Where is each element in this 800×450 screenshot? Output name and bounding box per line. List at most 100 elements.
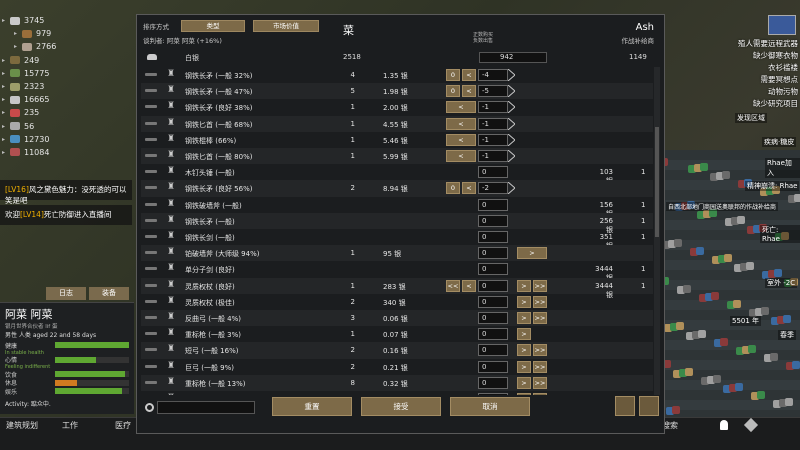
resource-row[interactable]: ▸ 2323 [2, 80, 72, 93]
info-icon[interactable]: ♜ [167, 86, 175, 96]
buy-button[interactable]: > [517, 376, 531, 389]
info-icon[interactable]: ♜ [167, 151, 175, 161]
trade-amount-field[interactable]: -1 [478, 117, 508, 130]
buy-button[interactable]: > [517, 344, 531, 357]
trade-row[interactable]: ♜ 重标枪 (一般 3%) 1 0.07 银 0 > [141, 326, 653, 342]
resource-row[interactable]: ▸ 249 [2, 54, 72, 67]
expand-arrow-icon[interactable]: ▸ [14, 43, 22, 50]
expand-arrow-icon[interactable]: ▸ [2, 17, 10, 24]
trade-amount-field[interactable]: 0 [478, 360, 508, 373]
expand-arrow-icon[interactable]: ▸ [2, 109, 10, 116]
info-icon[interactable]: ♜ [167, 313, 175, 323]
sell-button[interactable]: < [446, 117, 476, 130]
sell-button[interactable]: < [446, 150, 476, 162]
info-icon[interactable]: ♜ [167, 102, 175, 112]
expand-arrow-icon[interactable]: ▸ [2, 57, 10, 64]
alert-item[interactable]: 需要冥想点 [738, 74, 799, 86]
trade-amount-field[interactable]: 0 [478, 328, 508, 341]
trade-row[interactable]: ♜ 短弓 (一般 16%) 2 0.16 银 0 > >> [141, 342, 653, 359]
architect-button[interactable]: 建筑规划 [6, 418, 38, 434]
resource-row[interactable]: ▸ 16665 [2, 93, 72, 106]
tab-log[interactable]: 日志 [46, 287, 86, 300]
alert-label[interactable]: 发现区域 [735, 113, 767, 123]
alert-item[interactable]: 动物污物 [738, 86, 798, 98]
trade-amount-field[interactable]: 0 [478, 198, 508, 211]
info-icon[interactable]: ♜ [167, 280, 175, 291]
sell-button[interactable]: 0 [446, 182, 460, 195]
buy-button[interactable]: > [517, 393, 531, 395]
resource-row[interactable]: ▸ 2766 [2, 40, 72, 53]
accept-button[interactable]: 接受 [361, 397, 441, 416]
lightbulb-icon[interactable] [720, 420, 728, 430]
info-icon[interactable]: ♜ [167, 394, 175, 396]
reset-button[interactable]: 重置 [272, 397, 352, 416]
trade-row[interactable]: ♜ 巨弓 (一般 9%) 2 0.21 银 0 > >> [141, 359, 653, 375]
expand-arrow-icon[interactable]: ▸ [2, 96, 10, 103]
info-icon[interactable]: ♜ [167, 199, 175, 210]
alert-label[interactable]: 精神崩溃: Rhae [745, 181, 800, 191]
buy-button[interactable]: >> [533, 393, 547, 395]
sell-button[interactable]: < [462, 279, 476, 292]
trade-amount-field[interactable]: 0 [478, 393, 508, 395]
trade-amount-field[interactable]: 0 [478, 312, 508, 324]
buy-button[interactable]: > [517, 295, 531, 308]
sell-button[interactable]: < [462, 85, 476, 98]
cancel-button[interactable]: 取消 [450, 397, 530, 416]
trade-amount-field[interactable]: 0 [478, 279, 508, 292]
trade-row[interactable]: ♜ 钢铁长矛 (一般 32%) 4 1.35 银 0 < -4 [141, 67, 653, 83]
tab-gear[interactable]: 装备 [89, 287, 129, 300]
buy-button[interactable]: > [517, 279, 531, 292]
trade-amount-field[interactable]: 0 [478, 231, 508, 243]
expand-arrow-icon[interactable]: ▸ [2, 123, 10, 130]
trade-row[interactable]: ♜ 灵质权杖 (良好) 1 283 银 << <0 > >> 3444 银1 [141, 277, 653, 299]
resource-row[interactable]: ▸ 235 [2, 106, 72, 119]
trade-row[interactable]: ♜ 灵质权杖 (极佳) 2 340 银 0 > >> [141, 294, 653, 310]
trade-row[interactable]: ♜ 重标枪 (一般 13%) 8 0.32 银 0 > >> [141, 374, 653, 391]
trade-amount-field[interactable]: 0 [478, 376, 508, 389]
trade-amount-field[interactable]: 0 [478, 166, 508, 179]
trade-row[interactable]: ♜巨弓 (一般 19%)20.45 银0>>> [141, 391, 653, 395]
info-icon[interactable]: ♜ [167, 264, 175, 274]
info-icon[interactable]: ♜ [167, 70, 175, 80]
buy-button[interactable]: >> [533, 360, 547, 373]
info-icon[interactable]: ♜ [167, 377, 175, 388]
info-icon[interactable]: ♜ [167, 183, 175, 193]
trade-row[interactable]: ♜单分子剑 (良好)03444 银1 [141, 261, 653, 282]
resource-row[interactable]: ▸ 11084 [2, 146, 72, 159]
trade-amount-field[interactable]: -4 [478, 69, 508, 81]
trade-row[interactable]: ♜ 钢铁长矛 (良好 38%) 1 2.00 银 < -1 [141, 99, 653, 115]
buy-button[interactable]: > [517, 360, 531, 373]
alert-label[interactable]: Rhae加入 [765, 158, 800, 178]
trade-row[interactable]: ♜ 钢铁棍棒 (66%) 1 5.46 银 < -1 [141, 132, 653, 148]
trade-row[interactable]: ♜ 钢铁匕首 (一般 80%) 1 5.99 银 < -1 [141, 148, 653, 165]
expand-arrow-icon[interactable]: ▸ [14, 30, 22, 37]
trade-amount-field[interactable]: 0 [478, 263, 508, 276]
resource-row[interactable]: ▸ 3745 [2, 14, 72, 27]
expand-arrow-icon[interactable]: ▸ [2, 83, 10, 90]
trade-amount-field[interactable]: -1 [478, 133, 508, 146]
sort-by-category-button[interactable]: 类型 [181, 20, 245, 32]
trade-row[interactable]: ♜ 钢铁长矛 (一般 47%) 5 1.98 银 0 < -5 [141, 83, 653, 100]
alert-label[interactable]: 自西北部地门商园送奥联邦的作战补给商 [666, 202, 779, 211]
sort-by-market-value-button[interactable]: 市场价值 [253, 20, 319, 32]
buy-button[interactable]: > [517, 247, 547, 260]
trade-amount-field[interactable]: 0 [478, 295, 508, 308]
trade-row[interactable]: ♜钢铁长剑 (一般)0351 银1 [141, 229, 653, 250]
info-icon[interactable]: ♜ [167, 134, 175, 145]
scrollbar[interactable] [654, 67, 660, 395]
trade-amount-field[interactable]: -1 [478, 150, 508, 162]
info-icon[interactable]: ♜ [167, 296, 175, 307]
trade-row[interactable]: ♜ 钢铁长矛 (一般) 0 256 银1 [141, 212, 653, 234]
alert-label[interactable]: 死亡: Rhae [760, 225, 800, 243]
trade-amount-field[interactable]: 0 [478, 247, 508, 260]
buy-button[interactable]: > [517, 312, 531, 324]
sell-button[interactable]: < [446, 133, 476, 146]
buy-button[interactable]: > [517, 328, 531, 341]
sell-button[interactable]: << [446, 279, 460, 292]
sell-button[interactable]: 0 [446, 85, 460, 98]
alert-item[interactable]: 缺少研究项目 [738, 98, 798, 110]
trade-row[interactable]: ♜木钉头锤 (一般)0103 银1 [141, 164, 653, 185]
alert-item[interactable]: 殖人需要远程武器 [738, 38, 798, 50]
trade-row[interactable]: ♜钢铁破墙斧 (一般)0156 银1 [141, 197, 653, 218]
trade-amount-field[interactable]: -2 [478, 182, 508, 195]
